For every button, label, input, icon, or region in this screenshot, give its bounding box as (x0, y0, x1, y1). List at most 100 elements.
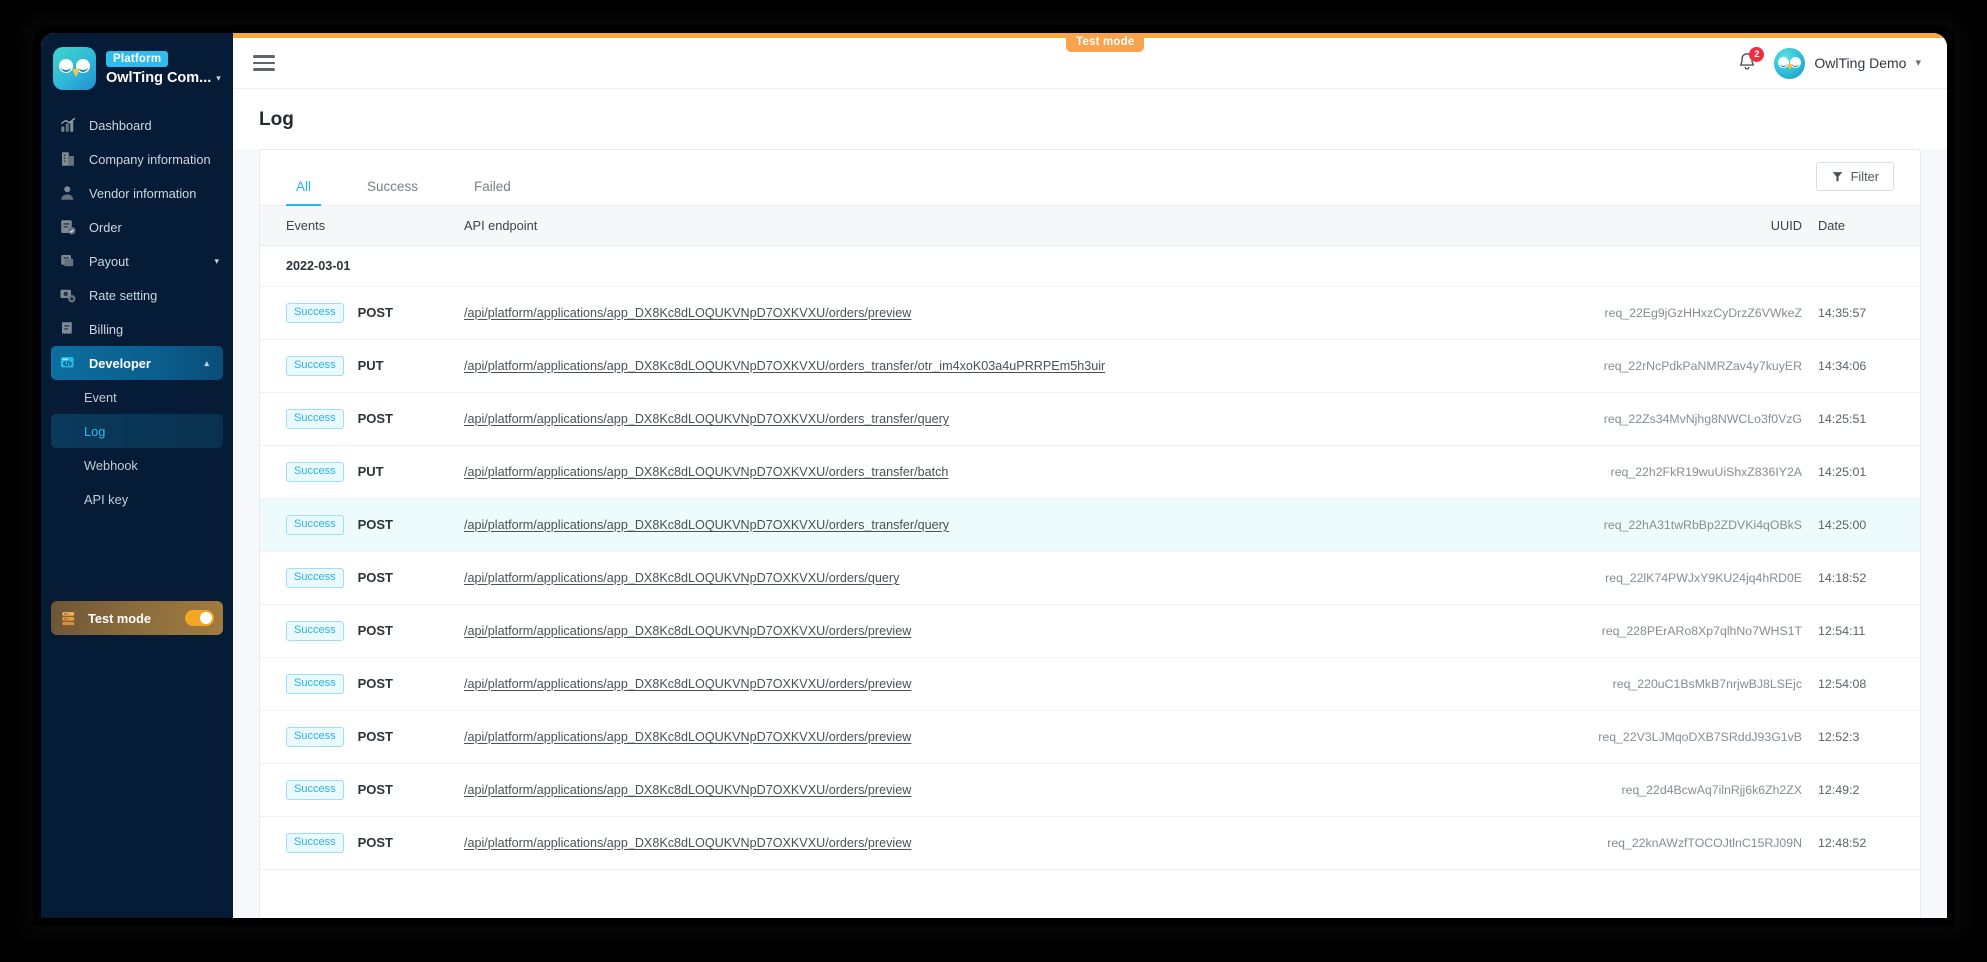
table-row[interactable]: Success PUT/api/platform/applications/app… (260, 340, 1920, 393)
chevron-down-icon[interactable]: ▾ (214, 256, 219, 266)
table-row[interactable]: Success POST/api/platform/applications/ap… (260, 552, 1920, 605)
sidebar-item-dashboard[interactable]: Dashboard (41, 108, 233, 142)
funnel-icon (1832, 172, 1842, 182)
cell-date: 12:48:52 (1818, 836, 1867, 850)
building-icon (62, 152, 74, 166)
sidebar-item-label: Billing (89, 321, 124, 337)
sidebar-item-billing[interactable]: Billing (41, 312, 233, 346)
cell-date: 14:25:01 (1818, 465, 1867, 479)
api-endpoint-link[interactable]: /api/platform/applications/app_DX8Kc8dLO… (464, 518, 949, 532)
api-endpoint-link[interactable]: /api/platform/applications/app_DX8Kc8dLO… (464, 783, 911, 797)
api-endpoint-link[interactable]: /api/platform/applications/app_DX8Kc8dLO… (464, 306, 911, 320)
sidebar-item-log[interactable]: Log (51, 414, 223, 448)
chevron-up-icon[interactable]: ▴ (204, 358, 209, 368)
table-row[interactable]: Success POST/api/platform/applications/ap… (260, 499, 1920, 552)
api-endpoint-link[interactable]: /api/platform/applications/app_DX8Kc8dLO… (464, 730, 911, 744)
cell-events: Success POST (286, 515, 464, 535)
sidebar-item-label: Developer (89, 355, 151, 371)
tab-success[interactable]: Success (357, 179, 428, 205)
api-endpoint-link[interactable]: /api/platform/applications/app_DX8Kc8dLO… (464, 412, 949, 426)
api-endpoint-link[interactable]: /api/platform/applications/app_DX8Kc8dLO… (464, 465, 948, 479)
column-header-events: Events (286, 218, 326, 233)
cell-date: 14:25:51 (1818, 412, 1867, 426)
sidebar-item-order[interactable]: Order (41, 210, 233, 244)
content-region: All Success Failed Filter Events API end… (233, 149, 1947, 918)
cell-uuid: req_22rNcPdkPaNMRZav4y7kuyER (1603, 359, 1802, 373)
table-row[interactable]: Success POST/api/platform/applications/ap… (260, 711, 1920, 764)
log-card: All Success Failed Filter Events API end… (259, 149, 1921, 918)
hamburger-icon[interactable] (253, 51, 275, 75)
http-method-label: POST (357, 517, 393, 533)
sidebar: Platform OwlTing Com... ▾ Dashboard Comp… (41, 33, 233, 918)
user-menu[interactable]: OwlTing Demo ▾ (1774, 47, 1921, 79)
cell-uuid: req_22knAWzfTOCOJtlnC15RJ09N (1607, 836, 1802, 850)
cell-uuid: req_22d4BcwAq7ilnRjj6k6Zh2ZX (1621, 783, 1802, 797)
notifications-button[interactable]: 2 (1736, 47, 1765, 75)
http-method-label: POST (357, 676, 393, 692)
sidebar-item-company-information[interactable]: Company information (41, 142, 233, 176)
sidebar-nav: Dashboard Company information Vendor inf… (41, 108, 233, 516)
cell-uuid: req_22hA31twRbBp2ZDVKi4qOBkS (1603, 518, 1802, 532)
status-badge: Success (286, 356, 344, 376)
cell-uuid: req_22lK74PWJxY9KU24jq4hRD0E (1605, 571, 1802, 585)
sidebar-item-label: Dashboard (89, 117, 152, 133)
status-badge: Success (286, 780, 344, 800)
http-method-label: PUT (357, 464, 384, 480)
cell-events: Success PUT (286, 356, 464, 376)
status-badge: Success (286, 568, 344, 588)
order-icon (61, 220, 76, 235)
http-method-label: POST (357, 782, 393, 798)
table-row[interactable]: Success POST/api/platform/applications/ap… (260, 287, 1920, 340)
brand-workspace-switcher[interactable]: Platform OwlTing Com... ▾ (41, 33, 233, 102)
table-row[interactable]: Success POST/api/platform/applications/ap… (260, 393, 1920, 446)
filter-button[interactable]: Filter (1815, 162, 1894, 191)
table-row[interactable]: Success POST/api/platform/applications/ap… (260, 658, 1920, 711)
api-endpoint-link[interactable]: /api/platform/applications/app_DX8Kc8dLO… (464, 624, 911, 638)
tab-all[interactable]: All (286, 179, 322, 206)
status-badge: Success (286, 462, 344, 482)
sidebar-item-event[interactable]: Event (41, 380, 233, 414)
table-row[interactable]: Success POST/api/platform/applications/ap… (260, 817, 1920, 870)
sidebar-item-rate-setting[interactable]: Rate setting (41, 278, 233, 312)
cell-api-endpoint: /api/platform/applications/app_DX8Kc8dLO… (464, 836, 1558, 850)
test-mode-toggle[interactable] (185, 610, 214, 626)
sidebar-item-developer[interactable]: Developer ▴ (51, 346, 223, 380)
column-header-uuid: UUID (1770, 218, 1802, 233)
sidebar-item-payout[interactable]: Payout ▾ (41, 244, 233, 278)
http-method-label: POST (357, 623, 393, 639)
cell-events: Success POST (286, 621, 464, 641)
test-mode-panel[interactable]: Test mode (51, 601, 223, 635)
developer-icon (60, 357, 74, 368)
chevron-down-icon[interactable]: ▾ (216, 73, 221, 83)
tab-failed[interactable]: Failed (464, 179, 521, 205)
table-row[interactable]: Success PUT/api/platform/applications/app… (260, 446, 1920, 499)
sidebar-item-webhook[interactable]: Webhook (41, 448, 233, 482)
chevron-down-icon[interactable]: ▾ (1915, 57, 1921, 69)
sidebar-item-vendor-information[interactable]: Vendor information (41, 176, 233, 210)
cell-uuid: req_228PErARo8Xp7qlhNo7WHS1T (1601, 624, 1802, 638)
api-endpoint-link[interactable]: /api/platform/applications/app_DX8Kc8dLO… (464, 836, 911, 850)
cell-events: Success POST (286, 833, 464, 853)
api-endpoint-link[interactable]: /api/platform/applications/app_DX8Kc8dLO… (464, 359, 1105, 373)
sidebar-subitem-label: Log (84, 423, 106, 439)
rate-icon (60, 289, 76, 303)
page-title: Log (259, 109, 294, 130)
cell-date: 14:25:00 (1818, 518, 1867, 532)
status-badge: Success (286, 409, 344, 429)
cell-events: Success POST (286, 568, 464, 588)
cell-uuid: req_22h2FkR19wuUiShxZ836IY2A (1610, 465, 1802, 479)
table-row[interactable]: Success POST/api/platform/applications/ap… (260, 605, 1920, 658)
api-endpoint-link[interactable]: /api/platform/applications/app_DX8Kc8dLO… (464, 677, 911, 691)
http-method-label: POST (357, 305, 393, 321)
sidebar-item-label: Rate setting (89, 287, 158, 303)
sidebar-subitem-label: Event (84, 389, 117, 405)
owlting-logo-icon (53, 47, 96, 90)
api-endpoint-link[interactable]: /api/platform/applications/app_DX8Kc8dLO… (464, 571, 899, 585)
cell-date: 12:54:08 (1818, 677, 1867, 691)
table-row[interactable]: Success POST/api/platform/applications/ap… (260, 764, 1920, 817)
cell-api-endpoint: /api/platform/applications/app_DX8Kc8dLO… (464, 412, 1558, 426)
cell-api-endpoint: /api/platform/applications/app_DX8Kc8dLO… (464, 359, 1558, 373)
sidebar-item-api-key[interactable]: API key (41, 482, 233, 516)
cell-api-endpoint: /api/platform/applications/app_DX8Kc8dLO… (464, 518, 1558, 532)
status-badge: Success (286, 515, 344, 535)
